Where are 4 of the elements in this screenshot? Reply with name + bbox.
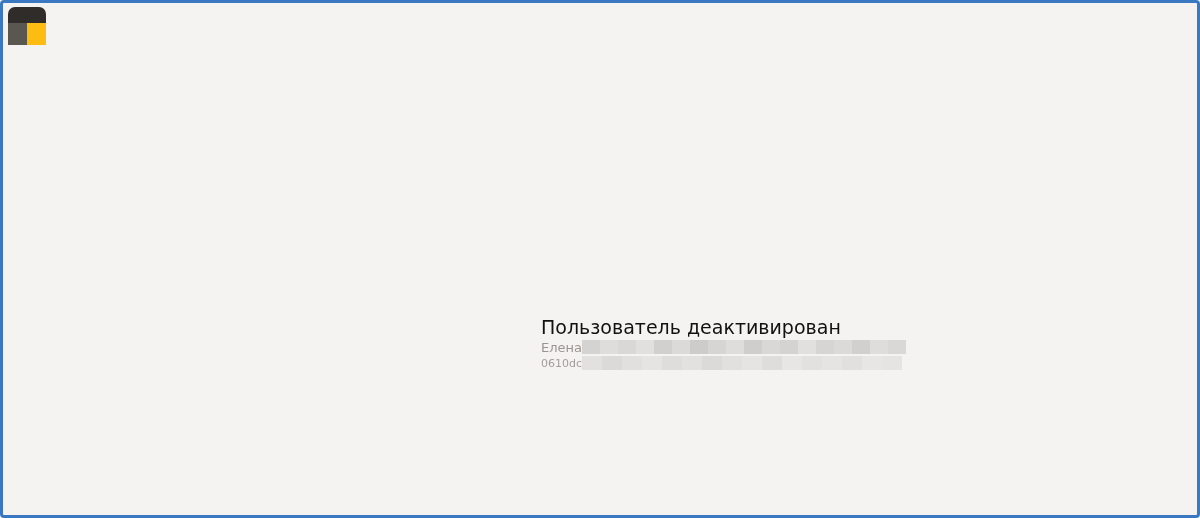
user-id: 0610dc xyxy=(541,356,583,370)
status-title: Пользователь деактивирован xyxy=(541,315,842,339)
app-logo-icon xyxy=(8,7,46,45)
user-name: Елена xyxy=(541,339,582,355)
